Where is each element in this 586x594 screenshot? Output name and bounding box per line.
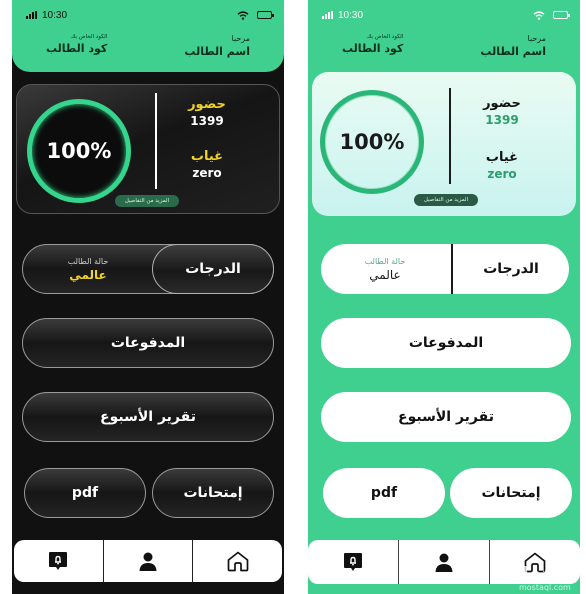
greeting-block: مرحبا اسم الطالب (184, 34, 250, 58)
more-details-button[interactable]: المزيد من التفاصيل (115, 195, 179, 207)
user-icon (435, 553, 453, 572)
status-value: عالمي (69, 267, 107, 282)
watermark-latin: mostaql.com (518, 583, 571, 592)
grades-label: الدرجات (185, 261, 241, 277)
signal-icon (322, 11, 333, 19)
code-block: الكود الخاص بك كود الطالب (342, 34, 403, 55)
dark-phone-screen: مرحبا اسم الطالب الكود الخاص بك كود الطا… (12, 0, 284, 594)
absence-label: غياب (485, 150, 519, 165)
payments-label: المدفوعات (110, 335, 186, 351)
pdf-button[interactable]: pdf (323, 468, 445, 518)
absence-stat: غياب zero (462, 150, 542, 181)
wifi-icon (533, 10, 545, 20)
absence-label: غياب (190, 149, 224, 164)
watermark: مستقل mostaql.com (514, 565, 576, 592)
exams-label: إمتحانات (183, 485, 243, 501)
stats-divider (449, 88, 451, 184)
greeting-block: مرحبا اسم الطالب (480, 34, 546, 58)
notification-icon (49, 552, 68, 570)
status-value: عالمي (369, 267, 401, 282)
stats-divider (155, 93, 157, 189)
exams-label: إمتحانات (481, 485, 541, 501)
status-time: 10:30 (42, 9, 68, 21)
grades-button[interactable]: الدرجات (152, 244, 274, 294)
user-icon (139, 552, 157, 571)
payments-button[interactable]: المدفوعات (22, 318, 274, 368)
nav-home[interactable] (192, 540, 282, 582)
signal-icon (26, 11, 37, 19)
nav-notifications[interactable] (308, 540, 398, 584)
absence-value: zero (487, 167, 517, 181)
nav-profile[interactable] (102, 540, 193, 582)
watermark-arabic: مستقل (513, 564, 576, 584)
code-caption: الكود الخاص بك (367, 34, 404, 40)
nav-profile[interactable] (398, 540, 489, 584)
payments-button[interactable]: المدفوعات (321, 318, 571, 368)
student-code: كود الطالب (342, 42, 404, 55)
nav-notifications[interactable] (14, 540, 103, 582)
student-status: حالة الطالب عالمي (321, 244, 449, 294)
notification-icon (344, 553, 362, 571)
weekly-report-label: تقرير الأسبوع (100, 409, 196, 425)
light-phone-screen: مرحبا اسم الطالب الكود الخاص بك كود الطا… (308, 0, 580, 594)
grades-button[interactable]: الدرجات (451, 244, 569, 294)
stats-card: 100% حضور 1399 غياب zero المزيد من التفا… (16, 84, 280, 214)
pdf-button[interactable]: pdf (24, 468, 146, 518)
attendance-value: 1399 (485, 113, 519, 127)
battery-icon (553, 11, 570, 19)
pdf-label: pdf (71, 485, 99, 501)
attendance-value: 1399 (190, 114, 224, 128)
progress-value: 100% (339, 130, 405, 154)
progress-value: 100% (46, 139, 112, 163)
exams-button[interactable]: إمتحانات (152, 468, 274, 518)
code-block: الكود الخاص بك كود الطالب (46, 34, 107, 55)
greeting-text: مرحبا (527, 34, 547, 43)
absence-value: zero (192, 166, 222, 180)
attendance-label: حضور (188, 97, 226, 112)
status-bar: 10:30 (12, 0, 284, 30)
grades-status-row: حالة الطالب عالمي الدرجات (22, 244, 274, 294)
student-name: اسم الطالب (480, 45, 546, 58)
status-time: 10:30 (338, 9, 364, 21)
weekly-report-button[interactable]: تقرير الأسبوع (22, 392, 274, 442)
weekly-report-label: تقرير الأسبوع (398, 409, 494, 425)
status-label: حالة الطالب (364, 256, 406, 266)
weekly-report-button[interactable]: تقرير الأسبوع (321, 392, 571, 442)
code-caption: الكود الخاص بك (71, 34, 108, 40)
payments-label: المدفوعات (408, 335, 484, 351)
attendance-stat: حضور 1399 (167, 97, 247, 128)
greeting-text: مرحبا (231, 34, 251, 43)
pdf-label: pdf (370, 485, 398, 501)
home-icon (227, 551, 249, 572)
bottom-nav (14, 540, 282, 582)
grades-label: الدرجات (483, 261, 539, 277)
exams-button[interactable]: إمتحانات (450, 468, 572, 518)
status-label: حالة الطالب (67, 256, 109, 266)
absence-stat: غياب zero (167, 149, 247, 180)
progress-ring: 100% (320, 90, 424, 194)
attendance-label: حضور (483, 96, 521, 111)
wifi-icon (237, 10, 249, 20)
battery-icon (257, 11, 274, 19)
grades-status-row: حالة الطالب عالمي الدرجات (321, 244, 569, 294)
stats-card: 100% حضور 1399 غياب zero المزيد من التفا… (312, 72, 576, 216)
more-details-button[interactable]: المزيد من التفاصيل (414, 194, 478, 206)
status-bar: 10:30 (308, 0, 580, 30)
student-name: اسم الطالب (184, 45, 250, 58)
progress-ring: 100% (27, 99, 131, 203)
attendance-stat: حضور 1399 (462, 96, 542, 127)
student-status: حالة الطالب عالمي (23, 245, 153, 293)
student-code: كود الطالب (46, 42, 108, 55)
